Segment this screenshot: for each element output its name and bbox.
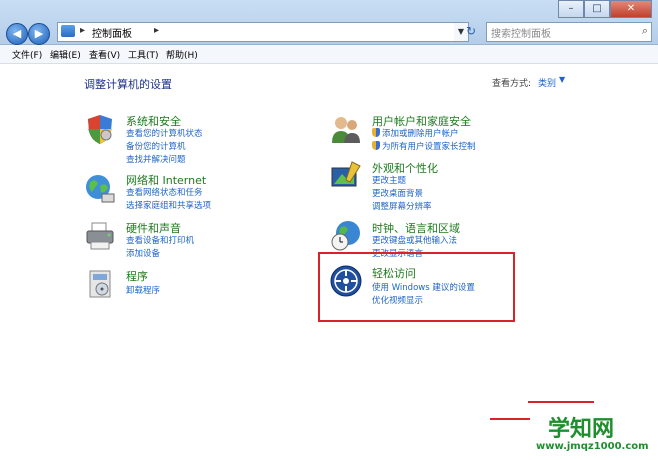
breadcrumb-control-panel[interactable]: 控制面板	[92, 25, 132, 40]
watermark-logo: 学知网	[548, 417, 615, 442]
watermark-url: www.jmqz1000.com	[536, 441, 649, 452]
uac-shield-icon	[372, 141, 380, 150]
menu-file[interactable]: 文件(F)	[12, 48, 42, 61]
view-by-dropdown[interactable]: 类别	[538, 76, 556, 89]
forward-button[interactable]: ▶	[28, 23, 50, 45]
category-link[interactable]: 添加设备	[126, 247, 160, 259]
watermark-line	[490, 418, 530, 420]
appearance-icon[interactable]	[330, 160, 362, 192]
category-link-text[interactable]: 添加或删除用户帐户	[382, 129, 459, 139]
minimize-button[interactable]: –	[558, 0, 584, 18]
category-link-text[interactable]: 为所有用户设置家长控制	[382, 142, 476, 152]
shield-icon[interactable]	[84, 113, 116, 145]
printer-icon[interactable]	[84, 220, 116, 252]
breadcrumb-separator[interactable]: ▸	[154, 25, 159, 36]
back-button[interactable]: ◀	[6, 23, 28, 45]
menu-view[interactable]: 查看(V)	[89, 48, 120, 61]
forward-arrow-icon: ▶	[34, 27, 44, 40]
category-link[interactable]: 添加或删除用户帐户	[372, 127, 459, 139]
users-icon[interactable]	[330, 113, 362, 145]
maximize-button[interactable]: □	[584, 0, 610, 18]
category-link[interactable]: 调整屏幕分辨率	[372, 200, 432, 212]
minimize-icon: –	[568, 3, 574, 14]
window-controls: – □ ✕	[558, 0, 652, 18]
category-link[interactable]: 查看设备和打印机	[126, 234, 194, 246]
menu-edit[interactable]: 编辑(E)	[50, 48, 81, 61]
close-button[interactable]: ✕	[610, 0, 652, 18]
menu-tools[interactable]: 工具(T)	[128, 48, 159, 61]
category-link[interactable]: 查看网络状态和任务	[126, 186, 203, 198]
search-icon[interactable]: ⌕	[642, 24, 648, 38]
address-bar[interactable]: ▸ 控制面板 ▸	[57, 22, 456, 42]
network-globe-icon[interactable]	[84, 172, 116, 204]
category-link[interactable]: 查找并解决问题	[126, 153, 186, 165]
view-by-label: 查看方式:	[492, 79, 532, 89]
breadcrumb-separator: ▸	[80, 25, 86, 36]
menu-help[interactable]: 帮助(H)	[166, 48, 198, 61]
refresh-button[interactable]: ↻	[462, 22, 480, 40]
menu-bar: 文件(F) 编辑(E) 查看(V) 工具(T) 帮助(H)	[0, 45, 658, 64]
category-link[interactable]: 为所有用户设置家长控制	[372, 140, 476, 152]
programs-icon[interactable]	[84, 268, 116, 300]
page-title: 调整计算机的设置	[84, 78, 172, 91]
category-link[interactable]: 更改主题	[372, 174, 406, 186]
maximize-icon: □	[592, 3, 602, 14]
chevron-down-icon[interactable]: ▼	[559, 75, 565, 84]
control-panel-icon	[61, 25, 75, 37]
uac-shield-icon	[372, 128, 380, 137]
category-link[interactable]: 更改桌面背景	[372, 187, 423, 199]
close-icon: ✕	[626, 3, 636, 14]
category-link[interactable]: 更改键盘或其他输入法	[372, 234, 457, 246]
watermark-line	[528, 401, 594, 403]
clock-globe-icon[interactable]	[330, 220, 362, 252]
title-bar: ◀ ▶ ▸ 控制面板 ▸ ▼ ↻ 搜索控制面板 ⌕ – □ ✕	[0, 0, 658, 45]
refresh-icon: ↻	[465, 24, 477, 38]
category-link[interactable]: 备份您的计算机	[126, 140, 186, 152]
back-arrow-icon: ◀	[12, 27, 22, 40]
highlight-annotation-box	[318, 252, 515, 322]
category-title[interactable]: 程序	[126, 268, 148, 284]
category-link[interactable]: 查看您的计算机状态	[126, 127, 203, 139]
search-input[interactable]: 搜索控制面板 ⌕	[486, 22, 652, 42]
category-link[interactable]: 选择家庭组和共享选项	[126, 199, 211, 211]
category-link[interactable]: 卸载程序	[126, 284, 160, 296]
search-placeholder: 搜索控制面板	[491, 29, 551, 40]
